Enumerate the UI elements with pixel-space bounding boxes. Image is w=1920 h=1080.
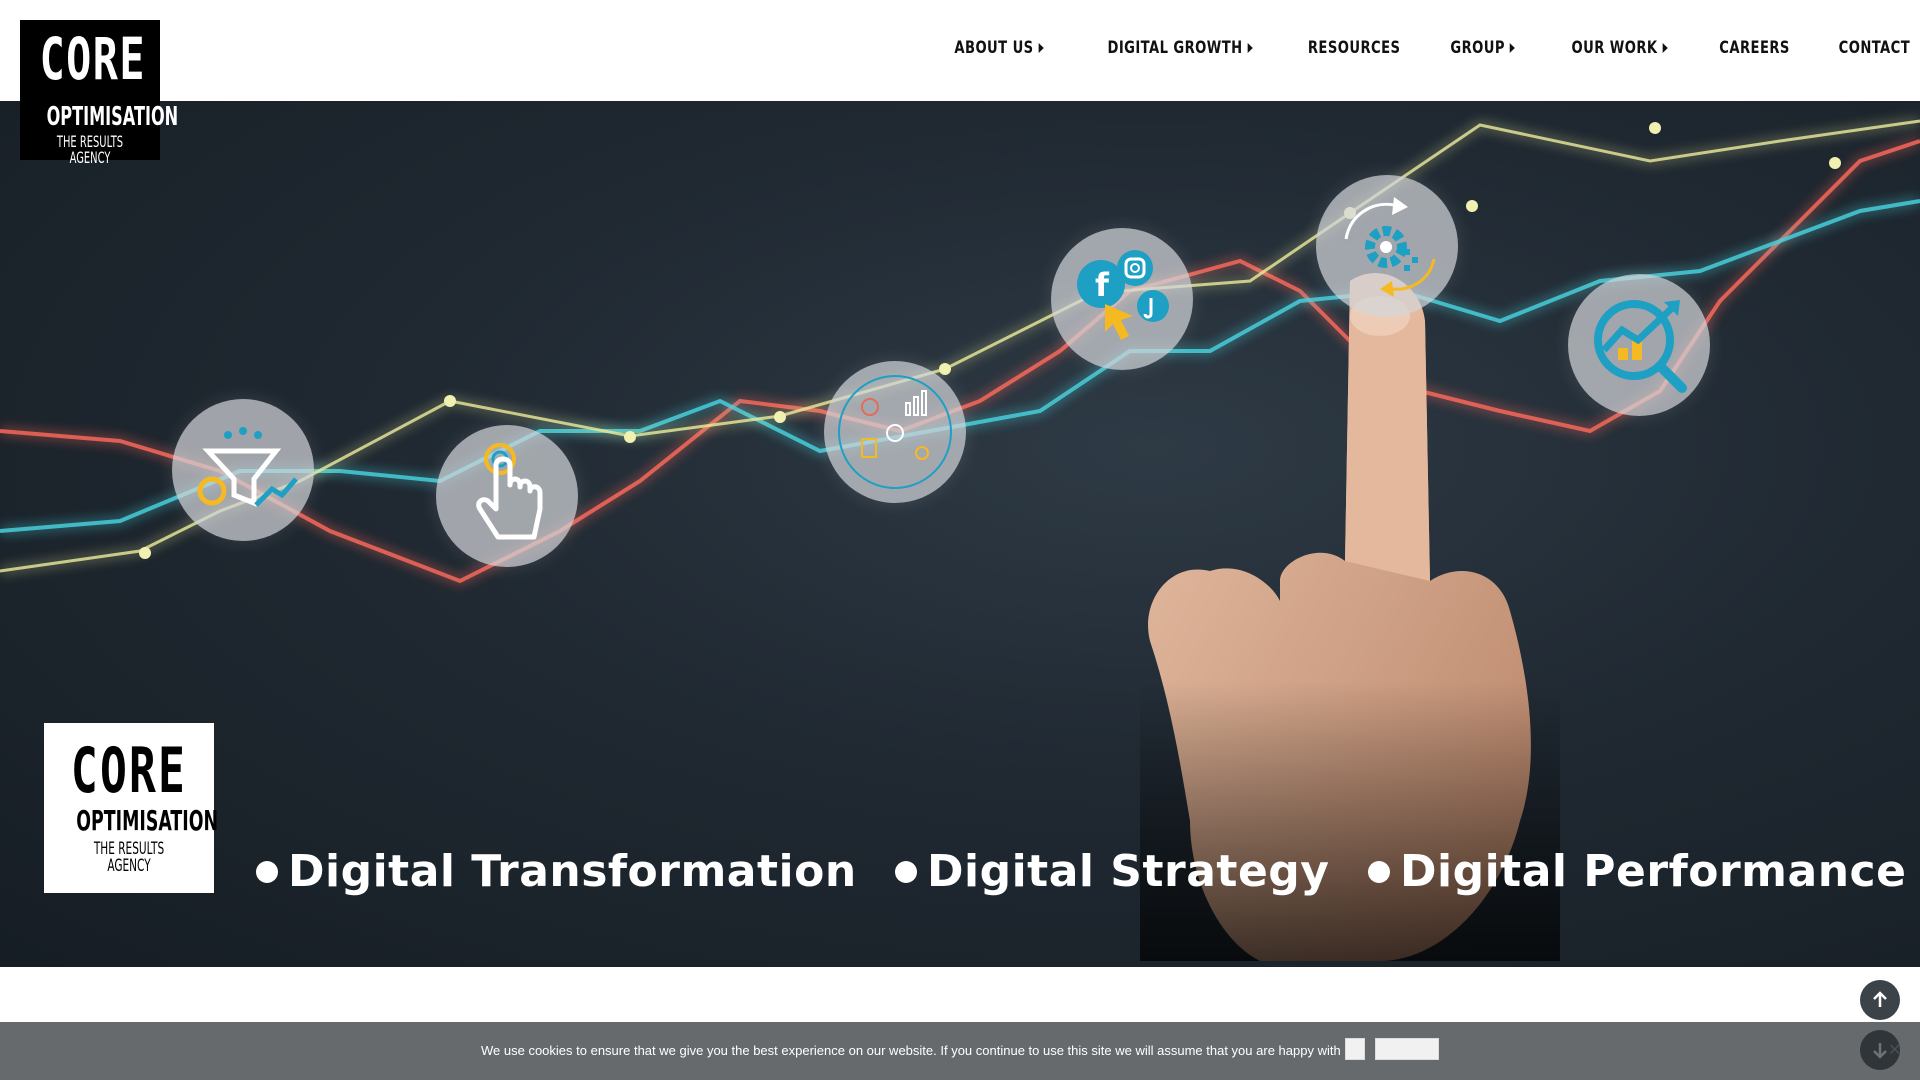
cookie-message: We use cookies to ensure that we give yo… <box>481 1043 1355 1058</box>
caret-right-icon <box>1510 43 1516 53</box>
caret-right-icon <box>1038 43 1044 53</box>
search-analytics-icon <box>1568 274 1710 416</box>
close-icon[interactable]: ✕ <box>1888 1040 1901 1060</box>
social-media-icon: f <box>1051 228 1193 370</box>
gear-process-icon <box>1316 175 1458 317</box>
cookie-ok-button[interactable]: Ok <box>1345 1038 1365 1060</box>
service-digital-transformation: Digital Transformation <box>256 846 857 897</box>
cookie-privacy-button[interactable]: Privacy policy <box>1375 1038 1439 1060</box>
service-label: Digital Transformation <box>288 846 857 897</box>
nav-item-careers[interactable]: CAREERS <box>1702 38 1807 58</box>
service-digital-strategy: Digital Strategy <box>895 846 1329 897</box>
logo-tagline: THE RESULTS AGENCY <box>56 132 124 167</box>
scroll-to-top-button[interactable] <box>1860 980 1900 1020</box>
funnel-gears-icon <box>172 399 314 541</box>
dashboard-analytics-icon <box>824 361 966 503</box>
nav-item-label: RESOURCES <box>1307 38 1401 58</box>
hero-logo-tagline: THE RESULTS AGENCY <box>93 839 165 876</box>
caret-right-icon <box>1247 43 1253 53</box>
nav-item-label: OUR WORK <box>1571 38 1658 58</box>
nav-item-label: DIGITAL GROWTH <box>1107 38 1243 58</box>
logo-wordmark: CORE <box>39 25 146 93</box>
svg-text:f: f <box>1095 266 1110 304</box>
logo-subtitle: OPTIMISATION <box>46 102 179 132</box>
main-nav: ABOUT US DIGITAL GROWTH RESOURCES GROUP … <box>917 38 1911 58</box>
bullet-icon <box>895 860 917 883</box>
service-digital-performance: Digital Performance <box>1368 846 1906 897</box>
bullet-icon <box>256 860 278 883</box>
hero-banner: f CORE OPTIMISATION THE RESULTS AGENCY D… <box>0 101 1920 967</box>
nav-item-contact[interactable]: CONTACT <box>1821 38 1910 58</box>
bullet-icon <box>1368 860 1390 883</box>
arrow-up-icon <box>1873 991 1887 1007</box>
nav-item-label: GROUP <box>1450 38 1506 58</box>
hand-click-icon <box>436 425 578 567</box>
hero-logo: CORE OPTIMISATION THE RESULTS AGENCY <box>44 723 218 893</box>
site-header: ABOUT US DIGITAL GROWTH RESOURCES GROUP … <box>0 0 1920 101</box>
cookie-notice-bar: We use cookies to ensure that we give yo… <box>0 1022 1920 1080</box>
site-logo[interactable]: CORE OPTIMISATION THE RESULTS AGENCY <box>20 20 179 166</box>
service-label: Digital Strategy <box>927 846 1330 897</box>
nav-item-about-us[interactable]: ABOUT US <box>937 38 1061 58</box>
arrow-down-icon <box>1873 1043 1887 1059</box>
hero-logo-wordmark: CORE <box>70 734 188 807</box>
service-label: Digital Performance <box>1400 846 1907 897</box>
caret-right-icon <box>1662 43 1668 53</box>
nav-item-label: ABOUT US <box>953 38 1034 58</box>
nav-item-group[interactable]: GROUP <box>1433 38 1532 58</box>
hero-logo-subtitle: OPTIMISATION <box>76 804 218 837</box>
nav-item-digital-growth[interactable]: DIGITAL GROWTH <box>1090 38 1270 58</box>
nav-item-label: CAREERS <box>1719 38 1790 58</box>
nav-item-resources[interactable]: RESOURCES <box>1290 38 1417 58</box>
nav-item-our-work[interactable]: OUR WORK <box>1554 38 1685 58</box>
nav-item-label: CONTACT <box>1838 38 1910 58</box>
